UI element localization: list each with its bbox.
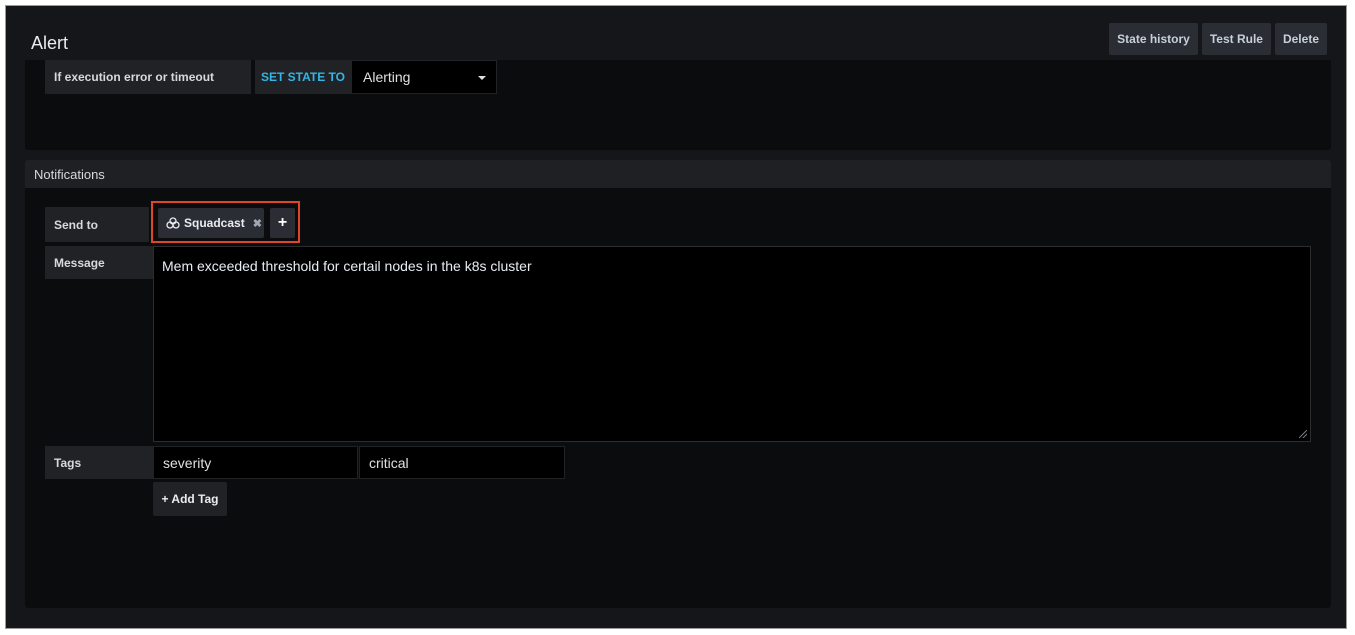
add-recipient-button[interactable]: + — [270, 208, 295, 238]
execution-state-select[interactable]: Alerting — [351, 60, 497, 94]
tags-label: Tags — [45, 446, 153, 479]
recipient-name: Squadcast — [184, 216, 245, 230]
add-tag-button[interactable]: + Add Tag — [153, 482, 227, 516]
tag-key-value: severity — [163, 454, 212, 471]
execution-error-panel: If execution error or timeout SET STATE … — [25, 60, 1331, 150]
chevron-down-icon — [478, 76, 486, 80]
state-history-button[interactable]: State history — [1109, 23, 1198, 55]
header-actions: State history Test Rule Delete — [1109, 23, 1327, 55]
page-title: Alert — [31, 33, 69, 53]
notifications-panel: Notifications Send to Squadcast ✖ + Mess… — [25, 160, 1331, 608]
set-state-label: SET STATE TO — [255, 60, 351, 94]
delete-button[interactable]: Delete — [1274, 23, 1327, 55]
message-textarea[interactable]: Mem exceeded threshold for certail nodes… — [153, 246, 1311, 442]
remove-recipient-icon[interactable]: ✖ — [253, 217, 262, 230]
recipient-chip[interactable]: Squadcast ✖ — [158, 208, 264, 238]
squadcast-logo-icon — [166, 217, 180, 229]
alert-editor-frame: Alert State history Test Rule Delete If … — [5, 5, 1347, 629]
execution-error-label: If execution error or timeout — [45, 60, 251, 94]
message-text: Mem exceeded threshold for certail nodes… — [162, 258, 532, 274]
tag-value-value: critical — [369, 454, 409, 471]
execution-state-value: Alerting — [363, 69, 411, 85]
resize-handle-icon[interactable] — [1299, 430, 1307, 438]
send-to-label: Send to — [45, 207, 149, 242]
tag-key-input[interactable]: severity — [153, 446, 358, 479]
test-rule-button[interactable]: Test Rule — [1201, 23, 1271, 55]
message-label: Message — [45, 246, 153, 279]
tag-value-input[interactable]: critical — [359, 446, 565, 479]
notifications-header: Notifications — [25, 160, 1331, 188]
